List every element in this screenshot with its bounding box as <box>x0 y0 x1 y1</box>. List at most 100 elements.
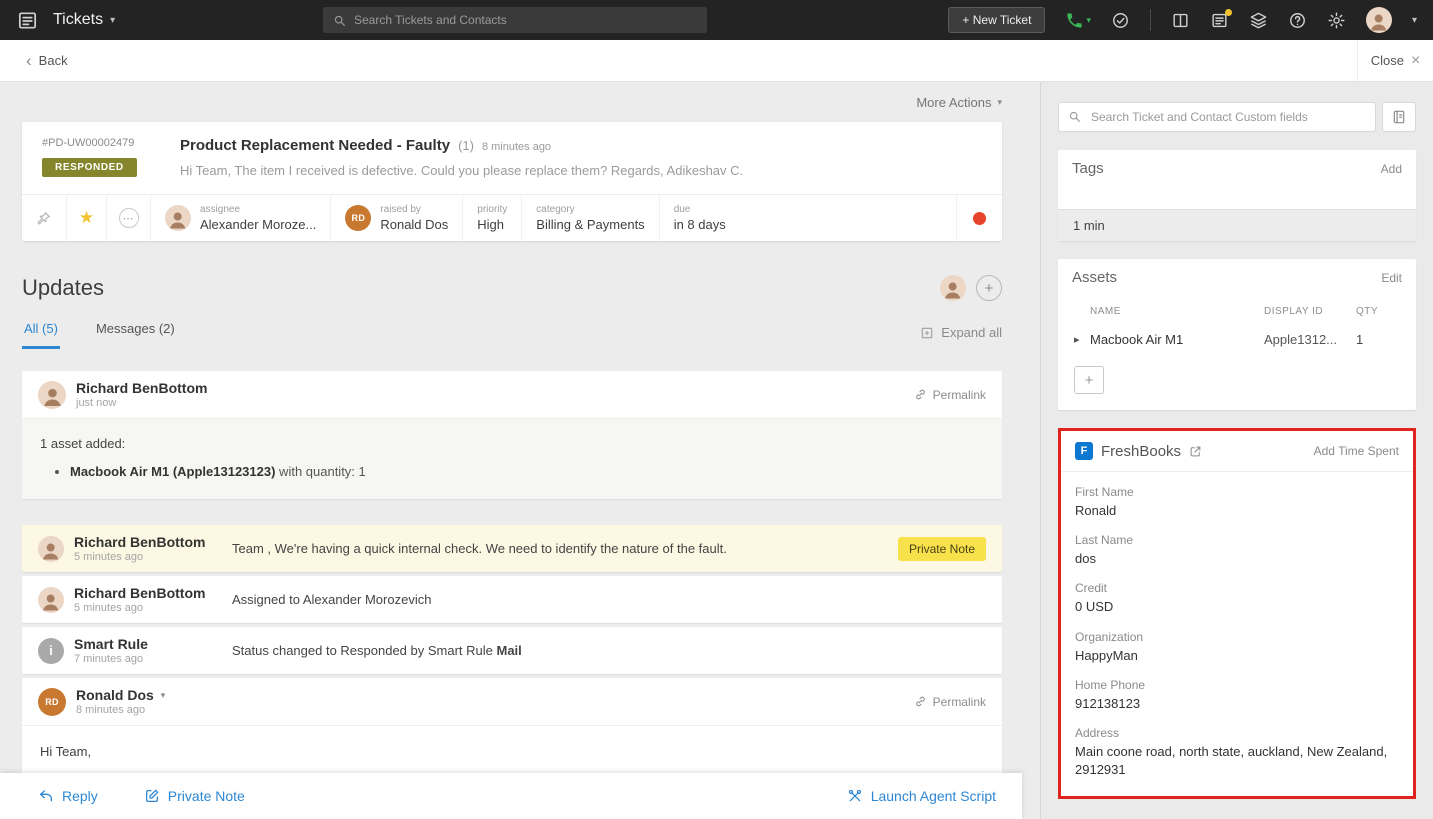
help-icon[interactable] <box>1288 11 1307 30</box>
freshbooks-title: FreshBooks <box>1101 443 1181 460</box>
ticket-toolbar: ‹ Back Close × <box>0 40 1433 82</box>
freshbooks-card: F FreshBooks Add Time Spent First Name R… <box>1061 431 1413 796</box>
update-text: Status changed to Responded by Smart Rul… <box>232 643 986 658</box>
add-watcher-button[interactable]: + <box>976 275 1002 301</box>
topbar: Tickets ▾ + New Ticket ▾ ▾ <box>0 0 1433 40</box>
expand-all-button[interactable]: Expand all <box>920 325 1002 340</box>
profile-chevron-icon[interactable]: ▾ <box>1412 15 1417 26</box>
more-actions-button[interactable]: More Actions ▾ <box>916 95 1002 110</box>
global-search[interactable] <box>323 7 707 33</box>
ticket-preview: Hi Team, The item I received is defectiv… <box>180 163 982 178</box>
private-note-button[interactable]: Private Note <box>144 788 245 804</box>
assignee-avatar <box>165 205 191 231</box>
update-card-asset-added: Richard BenBottom just now Permalink 1 a… <box>22 371 1002 499</box>
asset-row[interactable]: ▸ Macbook Air M1 Apple1312... 1 <box>1058 323 1416 358</box>
contact-fields-button[interactable] <box>1382 102 1416 132</box>
composer-bar: Reply Private Note Launch Agent Script <box>0 773 1022 819</box>
close-button[interactable]: Close × <box>1357 40 1433 81</box>
phone-chevron-icon: ▾ <box>1086 15 1091 26</box>
new-ticket-button[interactable]: + New Ticket <box>948 7 1045 33</box>
ticket-title: Product Replacement Needed - Faulty <box>180 137 450 154</box>
author-avatar <box>38 536 64 562</box>
status-indicator <box>956 195 1002 241</box>
user-avatar[interactable] <box>1366 7 1392 33</box>
tab-messages[interactable]: Messages (2) <box>94 315 177 349</box>
priority-value: High <box>477 217 504 232</box>
star-icon: ★ <box>79 208 94 228</box>
permalink-link[interactable]: Permalink <box>914 695 986 709</box>
raised-by-field[interactable]: RD raised by Ronald Dos <box>330 195 462 241</box>
due-field[interactable]: due in 8 days <box>659 195 956 241</box>
update-text: Assigned to Alexander Morozevich <box>232 592 986 607</box>
permalink-link[interactable]: Permalink <box>914 388 986 402</box>
link-icon <box>914 695 927 708</box>
todo-check-icon[interactable] <box>1111 11 1130 30</box>
assets-table-header: NAME DISPLAY ID QTY <box>1058 296 1416 323</box>
app-switcher-icon[interactable] <box>1249 11 1268 30</box>
ticket-summary-card: #PD-UW00002479 RESPONDED Product Replace… <box>22 122 1002 241</box>
assets-title: Assets <box>1072 269 1117 286</box>
star-button[interactable]: ★ <box>66 195 106 241</box>
asset-added-item: Macbook Air M1 (Apple13123123) with quan… <box>70 462 984 482</box>
pin-button[interactable] <box>22 195 66 241</box>
author-avatar <box>38 381 66 409</box>
author-avatar <box>38 587 64 613</box>
tickets-menu-label: Tickets <box>53 11 103 29</box>
custom-fields-search-input[interactable] <box>1058 102 1376 132</box>
add-time-spent-button[interactable]: Add Time Spent <box>1314 444 1399 458</box>
freshbooks-logo: F <box>1075 442 1093 460</box>
field-address: Address Main coone road, north state, au… <box>1075 726 1399 779</box>
announcements-icon[interactable] <box>1210 11 1229 30</box>
close-icon: × <box>1411 52 1420 70</box>
link-icon <box>914 388 927 401</box>
update-row-assigned[interactable]: Richard BenBottom 5 minutes ago Assigned… <box>22 576 1002 623</box>
settings-icon[interactable] <box>1327 11 1346 30</box>
assignee-label: assignee <box>200 204 316 215</box>
edit-assets-button[interactable]: Edit <box>1381 271 1402 285</box>
external-link-icon[interactable] <box>1189 445 1202 458</box>
updates-feed: Richard BenBottom just now Permalink 1 a… <box>22 371 1002 819</box>
raised-by-label: raised by <box>380 204 448 215</box>
due-value: in 8 days <box>674 217 726 232</box>
tags-title: Tags <box>1072 160 1104 177</box>
boards-icon[interactable] <box>1171 11 1190 30</box>
reply-button[interactable]: Reply <box>38 788 98 804</box>
raised-by-avatar: RD <box>345 205 371 231</box>
assets-card: Assets Edit NAME DISPLAY ID QTY ▸ Macboo… <box>1058 259 1416 410</box>
status-badge: RESPONDED <box>42 158 137 177</box>
assignee-field[interactable]: assignee Alexander Moroze... <box>150 195 330 241</box>
update-text: Team , We're having a quick internal che… <box>232 541 898 556</box>
expand-icon <box>920 326 934 340</box>
update-row-private-note[interactable]: Richard BenBottom 5 minutes ago Team , W… <box>22 525 1002 572</box>
watcher-avatar[interactable] <box>940 275 966 301</box>
red-dot-icon <box>973 212 986 225</box>
col-qty: QTY <box>1356 306 1402 317</box>
update-row-smart-rule[interactable]: i Smart Rule 7 minutes ago Status change… <box>22 627 1002 674</box>
ticket-properties-row: ★ ⋯ assignee Alexander Moroze... RD rais… <box>22 194 1002 241</box>
field-first-name: First Name Ronald <box>1075 485 1399 520</box>
tab-all[interactable]: All (5) <box>22 315 60 349</box>
update-time: just now <box>76 397 207 409</box>
launch-agent-script-button[interactable]: Launch Agent Script <box>847 788 996 804</box>
back-label: Back <box>39 53 68 68</box>
more-options-button[interactable]: ⋯ <box>106 195 150 241</box>
chevron-down-icon[interactable]: ▾ <box>161 690 166 701</box>
custom-fields-search[interactable] <box>1058 102 1376 132</box>
tickets-menu[interactable]: Tickets ▾ <box>53 11 115 29</box>
app-root: Tickets ▾ + New Ticket ▾ ▾ ‹ Back <box>0 0 1433 819</box>
global-search-input[interactable] <box>354 13 697 27</box>
add-tag-button[interactable]: Add <box>1381 162 1402 176</box>
notification-dot <box>1225 9 1232 16</box>
col-display-id: DISPLAY ID <box>1264 306 1356 317</box>
search-icon <box>333 14 346 27</box>
add-asset-button[interactable]: + <box>1074 366 1104 394</box>
app-logo-icon[interactable] <box>16 9 39 32</box>
priority-field[interactable]: priority High <box>462 195 521 241</box>
category-field[interactable]: category Billing & Payments <box>521 195 658 241</box>
back-button[interactable]: ‹ Back <box>26 52 68 69</box>
row-caret-icon[interactable]: ▸ <box>1074 333 1090 346</box>
close-label: Close <box>1371 53 1404 68</box>
asset-added-intro: 1 asset added: <box>40 434 984 454</box>
phone-icon[interactable]: ▾ <box>1065 11 1091 30</box>
address-book-icon <box>1391 109 1407 125</box>
